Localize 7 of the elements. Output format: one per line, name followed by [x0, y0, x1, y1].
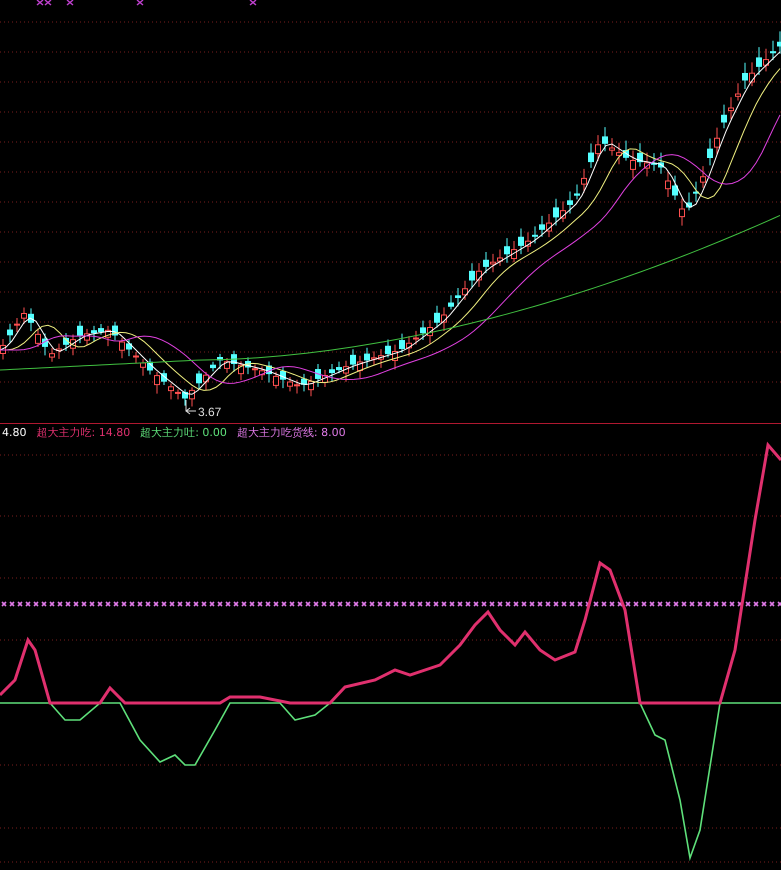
legend-label: 4.80	[2, 426, 26, 438]
legend-label: 超大主力吃: 14.80	[36, 424, 130, 440]
legend-label: 超大主力吐: 0.00	[140, 424, 227, 440]
leader-line	[186, 400, 196, 414]
legend-label: 超大主力吃货线: 8.00	[236, 424, 346, 440]
marker-icon	[36, 0, 257, 6]
price-label: 3.67	[198, 405, 222, 419]
